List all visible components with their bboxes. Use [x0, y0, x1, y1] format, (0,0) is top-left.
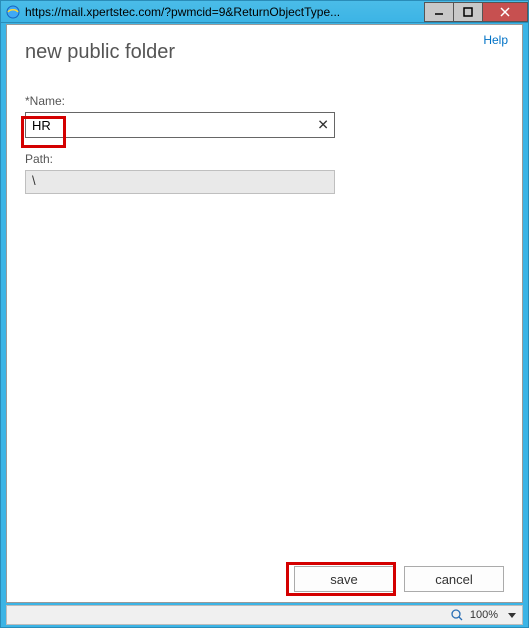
button-bar: save cancel — [294, 566, 504, 592]
close-button[interactable] — [482, 2, 528, 22]
name-field-wrap: ✕ — [25, 112, 335, 138]
zoom-level: 100% — [470, 609, 498, 621]
form-area: *Name: ✕ Path: \ — [7, 64, 522, 194]
cancel-button[interactable]: cancel — [404, 566, 504, 592]
help-link[interactable]: Help — [483, 33, 508, 47]
name-input[interactable] — [25, 112, 335, 138]
path-label: Path: — [25, 152, 504, 166]
save-button[interactable]: save — [294, 566, 394, 592]
zoom-icon[interactable] — [450, 608, 464, 622]
name-label: *Name: — [25, 94, 504, 108]
path-display: \ — [25, 170, 335, 194]
dialog-content: Help new public folder *Name: ✕ Path: \ … — [6, 24, 523, 603]
page-title: new public folder — [7, 25, 522, 64]
titlebar: https://mail.xpertstec.com/?pwmcid=9&Ret… — [1, 1, 528, 23]
browser-window: https://mail.xpertstec.com/?pwmcid=9&Ret… — [0, 0, 529, 628]
statusbar: 100% — [6, 605, 523, 625]
clear-icon[interactable]: ✕ — [317, 117, 329, 134]
chevron-down-icon[interactable] — [508, 613, 516, 618]
address-url: https://mail.xpertstec.com/?pwmcid=9&Ret… — [25, 5, 425, 19]
ie-icon — [5, 4, 21, 20]
maximize-button[interactable] — [453, 2, 483, 22]
path-block: Path: \ — [25, 152, 504, 194]
minimize-button[interactable] — [424, 2, 454, 22]
window-controls — [425, 2, 528, 22]
